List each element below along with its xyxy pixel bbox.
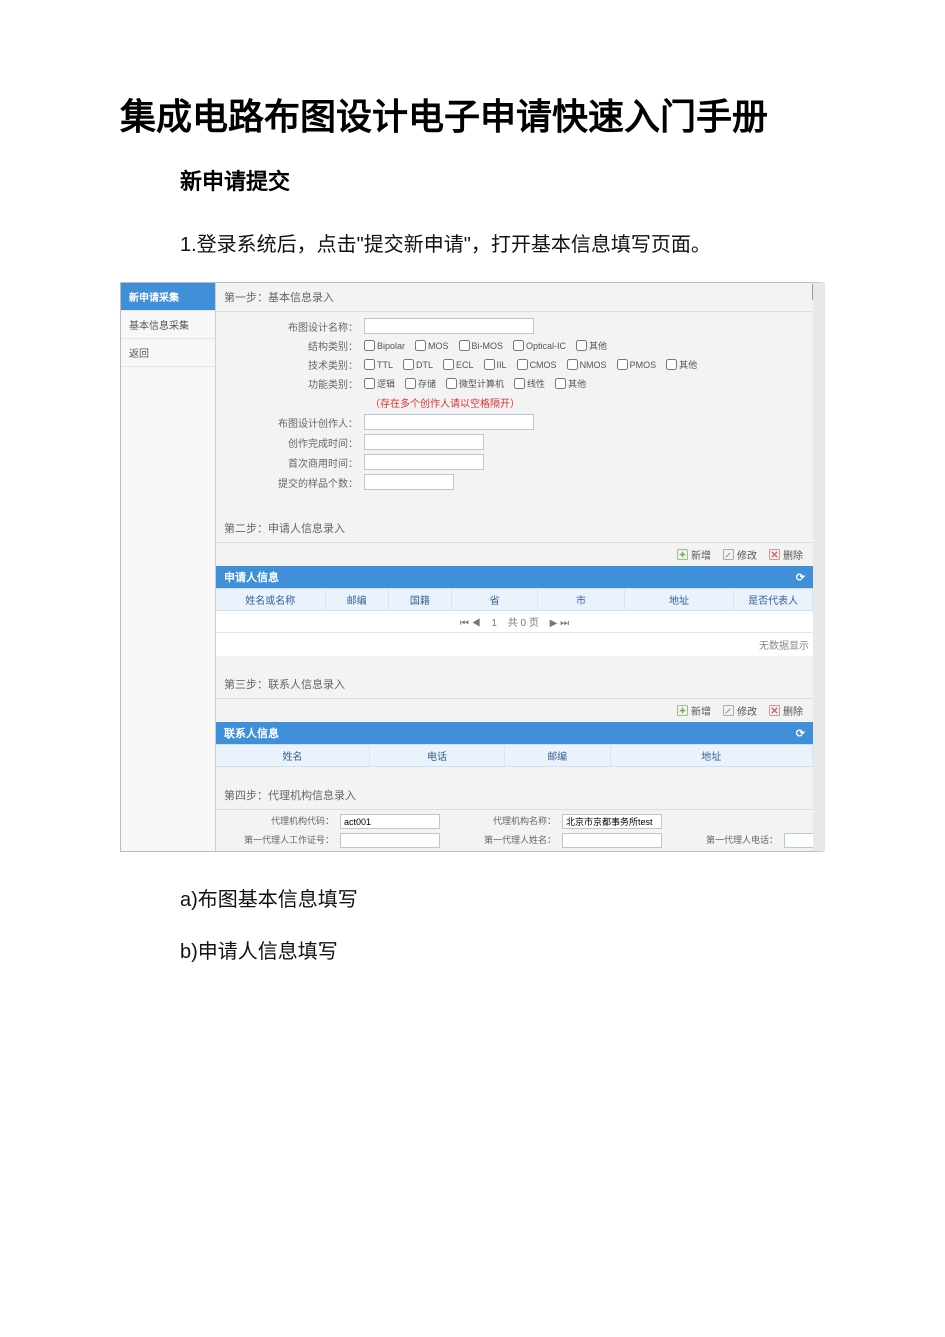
edit-icon: [723, 705, 734, 716]
col-zip: 邮编: [326, 589, 389, 610]
design-name-label: 布图设计名称：: [224, 319, 364, 334]
step2-header: 第二步：申请人信息录入: [216, 514, 813, 543]
col-nationality: 国籍: [389, 589, 452, 610]
sidebar: 新申请采集 基本信息采集 返回: [121, 283, 216, 851]
sidebar-item-basic-info[interactable]: 基本信息采集: [121, 311, 215, 339]
agency-name-label: 代理机构名称：: [446, 817, 556, 827]
doc-title: 集成电路布图设计电子申请快速入门手册: [120, 90, 825, 144]
step1-form: 布图设计名称： 结构类别： Bipolar MOS Bi-MOS Optical…: [216, 312, 813, 500]
tech-opt-pmos[interactable]: PMOS: [617, 358, 657, 371]
col-contact-zip: 邮编: [505, 745, 611, 766]
applicant-columns: 姓名或名称 邮编 国籍 省 市 地址 是否代表人: [216, 588, 813, 611]
section-title: 新申请提交: [180, 164, 825, 196]
func-label: 功能类别：: [224, 376, 364, 391]
add-icon: [677, 549, 688, 560]
step1-header: 第一步：基本信息录入: [216, 283, 813, 312]
func-opt-logic[interactable]: 逻辑: [364, 377, 395, 390]
delete-icon: [769, 705, 780, 716]
sample-count-input[interactable]: [364, 474, 454, 490]
agent1-id-label: 第一代理人工作证号：: [224, 836, 334, 846]
creator-label: 布图设计创作人：: [224, 415, 364, 430]
tech-opt-nmos[interactable]: NMOS: [567, 358, 607, 371]
func-opt-other[interactable]: 其他: [555, 377, 586, 390]
step-1-body: 1.登录系统后，点击"提交新申请"，打开基本信息填写页面。: [180, 234, 711, 256]
struct-opt-other[interactable]: 其他: [576, 339, 607, 352]
col-contact-address: 地址: [611, 745, 813, 766]
func-opt-linear[interactable]: 线性: [514, 377, 545, 390]
agency-code-input[interactable]: [340, 814, 440, 829]
sub-a: a)布图基本信息填写: [120, 876, 825, 924]
agency-form: 代理机构代码： 代理机构名称： 第一代理人工作证号： 第一代理人姓名： 第一代理…: [216, 810, 813, 851]
contact-toolbar: 新增 修改 删除: [216, 699, 813, 722]
struct-label: 结构类别：: [224, 338, 364, 353]
tech-opt-dtl[interactable]: DTL: [403, 358, 433, 371]
agency-name-input[interactable]: [562, 814, 662, 829]
col-name: 姓名或名称: [216, 589, 326, 610]
sample-count-label: 提交的样品个数：: [224, 475, 364, 490]
func-options: 逻辑 存储 微型计算机 线性 其他: [364, 377, 586, 390]
step3-header: 第三步：联系人信息录入: [216, 670, 813, 699]
sidebar-item-new-application[interactable]: 新申请采集: [121, 283, 215, 311]
tech-opt-other[interactable]: 其他: [666, 358, 697, 371]
col-is-representative: 是否代表人: [734, 589, 813, 610]
struct-opt-bimos[interactable]: Bi-MOS: [459, 339, 504, 352]
agent1-name-label: 第一代理人姓名：: [446, 836, 556, 846]
refresh-icon[interactable]: ⟳: [796, 727, 805, 740]
contact-columns: 姓名 电话 邮编 地址: [216, 744, 813, 767]
complete-time-input[interactable]: [364, 434, 484, 450]
col-contact-phone: 电话: [370, 745, 505, 766]
agent1-id-input[interactable]: [340, 833, 440, 848]
tech-options: TTL DTL ECL IIL CMOS NMOS PMOS 其他: [364, 358, 697, 371]
tech-opt-ecl[interactable]: ECL: [443, 358, 474, 371]
edit-icon: [723, 549, 734, 560]
struct-opt-mos[interactable]: MOS: [415, 339, 449, 352]
main-panel: 第一步：基本信息录入 布图设计名称： 结构类别： Bipolar MOS Bi-…: [216, 283, 813, 851]
sub-b: b)申请人信息填写: [120, 928, 825, 976]
sidebar-item-back[interactable]: 返回: [121, 339, 215, 367]
step-1-text: 1.登录系统后，点击"提交新申请"，打开基本信息填写页面。: [120, 220, 825, 270]
contact-panel-title: 联系人信息 ⟳: [216, 722, 813, 744]
step4-header: 第四步：代理机构信息录入: [216, 781, 813, 810]
contact-add-button[interactable]: 新增: [677, 703, 711, 718]
applicant-empty: 无数据显示: [216, 633, 813, 656]
tech-opt-iil[interactable]: IIL: [484, 358, 507, 371]
col-province: 省: [452, 589, 538, 610]
agent1-phone-input[interactable]: [784, 833, 813, 848]
add-icon: [677, 705, 688, 716]
tech-opt-ttl[interactable]: TTL: [364, 358, 393, 371]
contact-edit-button[interactable]: 修改: [723, 703, 757, 718]
app-screenshot: 新申请采集 基本信息采集 返回 第一步：基本信息录入 布图设计名称： 结构类别：…: [120, 282, 825, 852]
col-city: 市: [538, 589, 624, 610]
applicant-panel-title: 申请人信息 ⟳: [216, 566, 813, 588]
agent1-name-input[interactable]: [562, 833, 662, 848]
agency-code-label: 代理机构代码：: [224, 817, 334, 827]
complete-time-label: 创作完成时间：: [224, 435, 364, 450]
struct-opt-optical[interactable]: Optical-IC: [513, 339, 566, 352]
applicant-pager[interactable]: ⏮ ◀ 1 共 0 页 ▶ ⏭: [216, 611, 813, 633]
col-contact-name: 姓名: [216, 745, 370, 766]
delete-button[interactable]: 删除: [769, 547, 803, 562]
edit-button[interactable]: 修改: [723, 547, 757, 562]
delete-icon: [769, 549, 780, 560]
agent1-phone-label: 第一代理人电话：: [668, 836, 778, 846]
first-use-label: 首次商用时间：: [224, 455, 364, 470]
tech-opt-cmos[interactable]: CMOS: [517, 358, 557, 371]
func-opt-microcomputer[interactable]: 微型计算机: [446, 377, 504, 390]
creator-hint: （存在多个创作人请以空格隔开）: [364, 395, 520, 410]
first-use-input[interactable]: [364, 454, 484, 470]
creator-input[interactable]: [364, 414, 534, 430]
col-address: 地址: [625, 589, 735, 610]
contact-delete-button[interactable]: 删除: [769, 703, 803, 718]
refresh-icon[interactable]: ⟳: [796, 571, 805, 584]
func-opt-storage[interactable]: 存储: [405, 377, 436, 390]
struct-options: Bipolar MOS Bi-MOS Optical-IC 其他: [364, 339, 607, 352]
tech-label: 技术类别：: [224, 357, 364, 372]
design-name-input[interactable]: [364, 318, 534, 334]
add-button[interactable]: 新增: [677, 547, 711, 562]
applicant-toolbar: 新增 修改 删除: [216, 543, 813, 566]
struct-opt-bipolar[interactable]: Bipolar: [364, 339, 405, 352]
